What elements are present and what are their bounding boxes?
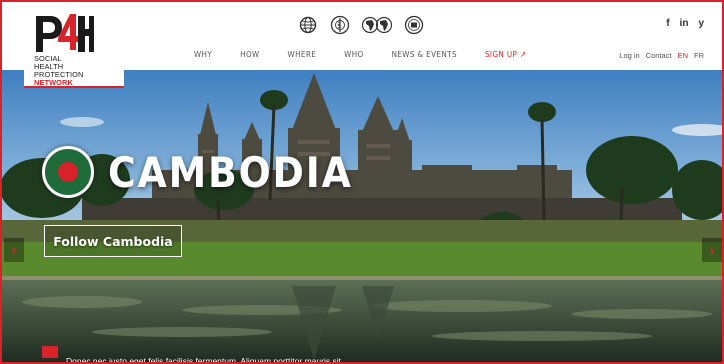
news-marker-icon: [42, 346, 58, 358]
who-emblem-icon[interactable]: [330, 15, 350, 35]
news-ticker-text[interactable]: Donec nec justo eget felis facilisis fer…: [66, 356, 341, 362]
login-link[interactable]: Log in: [619, 51, 639, 60]
lang-fr[interactable]: FR: [694, 51, 704, 60]
country-title: CAMBODIA: [108, 148, 353, 197]
logo-line-network: NETWORK: [34, 78, 73, 87]
hero-banner: CAMBODIA Follow Cambodia ‹ › Donec nec j…: [2, 70, 722, 362]
p4h-logo[interactable]: SOCIAL HEALTH PROTECTION NETWORK: [24, 10, 124, 88]
twitter-icon[interactable]: y: [698, 18, 704, 29]
lang-en[interactable]: EN: [678, 51, 688, 60]
logo-wordmark: SOCIAL HEALTH PROTECTION NETWORK: [34, 55, 124, 87]
nav-where[interactable]: WHERE: [288, 50, 317, 59]
flag-emblem: [58, 162, 78, 182]
site-header: SOCIAL HEALTH PROTECTION NETWORK f in y: [2, 2, 722, 88]
linkedin-icon[interactable]: in: [680, 18, 689, 29]
angkor-wat-photo: [2, 70, 722, 362]
facebook-icon[interactable]: f: [666, 18, 669, 29]
partner-logos: [298, 14, 424, 36]
page-frame: SOCIAL HEALTH PROTECTION NETWORK f in y: [0, 0, 724, 364]
social-links: f in y: [666, 18, 704, 29]
follow-country-button[interactable]: Follow Cambodia: [44, 225, 182, 257]
carousel-prev-button[interactable]: ‹: [4, 238, 24, 262]
globe-icon[interactable]: [298, 15, 318, 35]
main-nav: WHY HOW WHERE WHO NEWS & EVENTS SIGN UP …: [194, 50, 554, 59]
nav-news-events[interactable]: NEWS & EVENTS: [392, 50, 457, 59]
nav-why[interactable]: WHY: [194, 50, 212, 59]
carousel-next-button[interactable]: ›: [702, 238, 722, 262]
cambodia-flag-icon: [42, 146, 94, 198]
nav-who[interactable]: WHO: [344, 50, 363, 59]
africa-map-icon[interactable]: [362, 15, 392, 35]
nav-sign-up[interactable]: SIGN UP ↗: [485, 50, 526, 59]
nav-how[interactable]: HOW: [240, 50, 259, 59]
utility-links: Log in Contact EN FR: [619, 51, 704, 60]
contact-link[interactable]: Contact: [646, 51, 672, 60]
p4h-logo-mark: [36, 14, 94, 52]
ilo-emblem-icon[interactable]: [404, 15, 424, 35]
